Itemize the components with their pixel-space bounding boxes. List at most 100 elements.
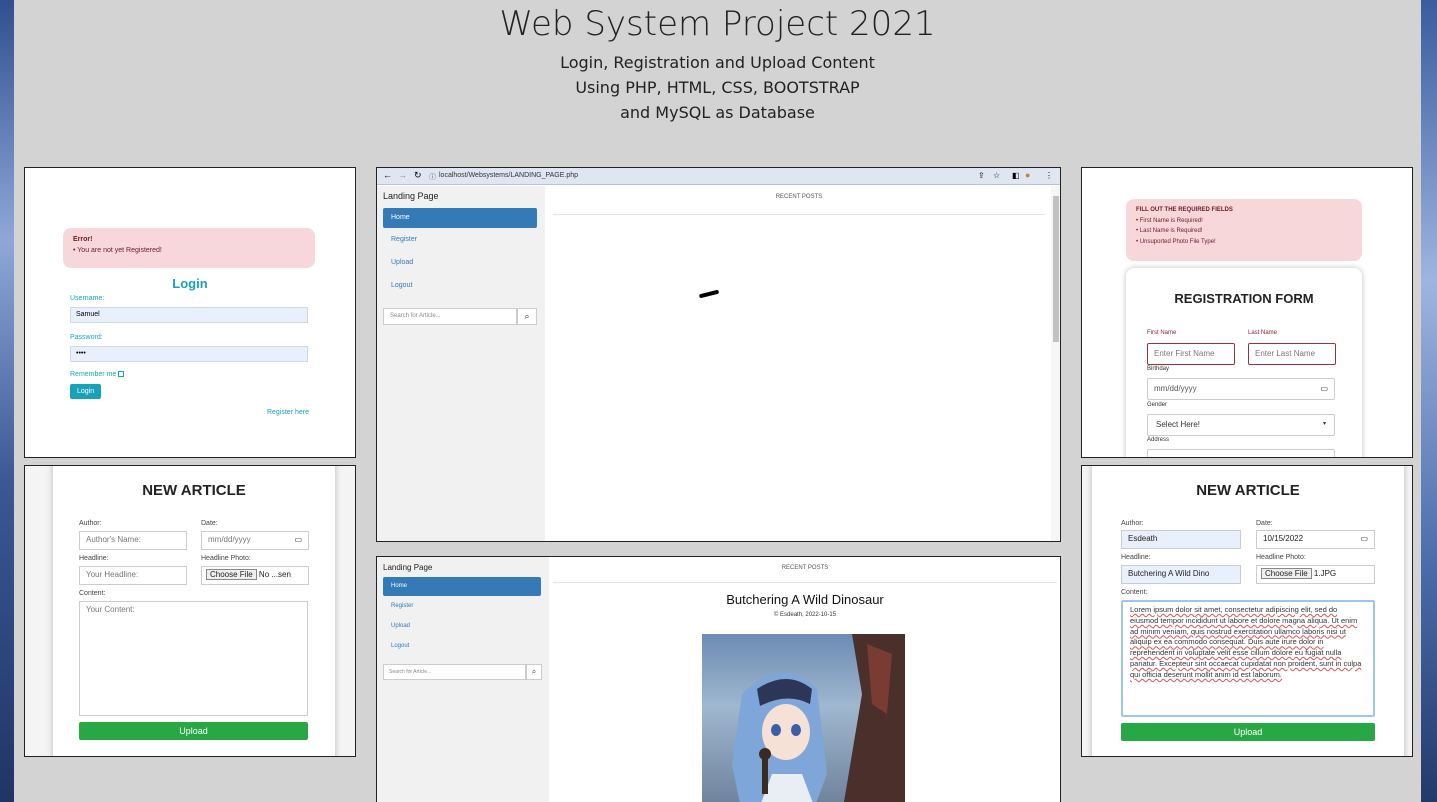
share-icon[interactable]: ⇪ xyxy=(978,171,985,180)
password-field[interactable]: •••• xyxy=(70,346,308,362)
scrollbar[interactable] xyxy=(1051,186,1060,541)
article-form-filled-screenshot: NEW ARTICLE Author: Date: Esdeath 10/15/… xyxy=(1081,465,1413,757)
login-screenshot: Error! • You are not yet Registered! Log… xyxy=(24,167,356,458)
post-meta-text: Esdeath, 2022-10-15 xyxy=(780,612,837,618)
calendar-icon[interactable]: ▭ xyxy=(294,535,302,544)
date-input[interactable]: 10/15/2022 ▭ xyxy=(1256,530,1375,549)
content-textarea[interactable]: Lorem ipsum dolor sit amet, consectetur … xyxy=(1121,600,1375,717)
login-button[interactable]: Login xyxy=(70,384,102,399)
sidebar-brand: Landing Page xyxy=(383,563,433,572)
sidebar-item-upload[interactable]: Upload xyxy=(383,259,421,266)
sidebar-item-register[interactable]: Register xyxy=(383,236,425,243)
choose-file-button[interactable]: Choose File xyxy=(206,569,257,580)
alert-item-3: • Unsuported Photo File Type! xyxy=(1136,238,1216,245)
search-input[interactable]: Search for Article... xyxy=(383,308,517,325)
recent-posts-heading: RECENT POSTS xyxy=(775,194,823,200)
registration-title: REGISTRATION FORM xyxy=(1174,291,1314,306)
scrollbar-thumb[interactable] xyxy=(1053,196,1059,342)
error-title: Error! xyxy=(73,236,93,243)
username-field[interactable]: Samuel xyxy=(70,307,308,323)
content-textarea[interactable]: Your Content: xyxy=(79,601,308,716)
sidebar-brand: Landing Page xyxy=(383,191,439,201)
error-alert: Error! • You are not yet Registered! xyxy=(63,228,315,268)
article-form-empty-screenshot: NEW ARTICLE Author: Date: Author's Name:… xyxy=(24,465,356,757)
info-icon: ⓘ xyxy=(429,174,436,181)
forward-icon[interactable]: → xyxy=(398,170,407,180)
sidebar-item-register[interactable]: Register xyxy=(383,603,421,609)
reload-icon[interactable]: ↻ xyxy=(414,170,422,181)
background-edge-right xyxy=(1421,0,1437,802)
password-label: Password: xyxy=(70,334,103,341)
search-icon[interactable]: ⌕ xyxy=(526,664,542,680)
calendar-icon[interactable]: ▭ xyxy=(1320,384,1328,393)
alert-title: FILL OUT THE REQUIRED FIELDS xyxy=(1136,207,1233,213)
date-placeholder: mm/dd/yyyy xyxy=(208,535,251,544)
headline-input[interactable]: Butchering A Wild Dino xyxy=(1121,565,1241,584)
alert-item-2: • Last Name is Required! xyxy=(1136,228,1203,234)
post-title[interactable]: Butchering A Wild Dinosaur xyxy=(549,592,1060,607)
upload-button[interactable]: Upload xyxy=(79,722,308,740)
username-label: Username: xyxy=(70,295,105,302)
divider xyxy=(553,214,1045,215)
menu-kebab-icon[interactable]: ⋮ xyxy=(1045,171,1053,180)
sidepanel-icon[interactable]: ◧ xyxy=(1012,171,1020,180)
sidebar: Landing Page Home Register Upload Logout… xyxy=(377,186,545,541)
background-edge-left xyxy=(0,0,14,802)
gender-selected-value: Select Here! xyxy=(1156,420,1201,429)
author-input[interactable]: Author's Name: xyxy=(79,531,187,550)
divider xyxy=(553,582,1057,583)
sidebar-item-logout[interactable]: Logout xyxy=(383,643,417,649)
address-input[interactable] xyxy=(1147,449,1335,457)
page-title: Web System Project 2021 xyxy=(499,4,936,44)
calendar-icon[interactable]: ▭ xyxy=(1360,534,1368,543)
author-label: Author: xyxy=(1121,520,1144,527)
author-label: Author: xyxy=(79,520,102,527)
profile-avatar-icon[interactable]: ● xyxy=(1025,170,1030,180)
error-message: • You are not yet Registered! xyxy=(73,247,162,254)
anime-character-illustration xyxy=(732,634,905,802)
author-input[interactable]: Esdeath xyxy=(1121,530,1241,549)
photo-file-input[interactable]: Choose File No ...sen xyxy=(201,566,309,585)
date-input[interactable]: mm/dd/yyyy ▭ xyxy=(201,531,309,550)
last-name-label: Last Name xyxy=(1248,330,1278,336)
bookmark-star-icon[interactable]: ☆ xyxy=(993,171,1000,180)
sidebar-item-logout[interactable]: Logout xyxy=(383,282,420,289)
registration-screenshot: FILL OUT THE REQUIRED FIELDS • First Nam… xyxy=(1081,167,1413,458)
remember-me-checkbox[interactable] xyxy=(118,371,125,378)
sidebar-item-upload[interactable]: Upload xyxy=(383,623,418,629)
birthday-input[interactable]: mm/dd/yyyy ▭ xyxy=(1147,378,1335,400)
upload-button[interactable]: Upload xyxy=(1121,723,1375,741)
post-meta: © Esdeath, 2022-10-15 xyxy=(549,612,1060,618)
gender-label: Gender xyxy=(1147,402,1168,408)
remember-me-label: Remember me xyxy=(70,371,117,378)
landing-post-screenshot: Landing Page Home Register Upload Logout… xyxy=(376,556,1061,802)
post-headline-image[interactable] xyxy=(702,634,905,802)
article-card: NEW ARTICLE Author: Date: Author's Name:… xyxy=(53,466,335,756)
date-label: Date: xyxy=(1256,520,1273,527)
sidebar-item-home[interactable]: Home xyxy=(383,208,537,228)
chevron-down-icon: ▾ xyxy=(1322,421,1326,427)
headline-input[interactable]: Your Headline: xyxy=(79,566,187,585)
last-name-input[interactable]: Enter Last Name xyxy=(1248,343,1336,365)
first-name-input[interactable]: Enter First Name xyxy=(1147,343,1235,365)
sidebar-item-home[interactable]: Home xyxy=(383,577,541,596)
no-file-text: No ...sen xyxy=(258,570,291,579)
headline-label: Headline: xyxy=(79,555,109,562)
gender-select[interactable]: Select Here! ▾ xyxy=(1147,414,1335,436)
main-container: Web System Project 2021 Login, Registrat… xyxy=(14,0,1421,802)
mouse-cursor-mark xyxy=(698,289,720,299)
photo-file-input[interactable]: Choose File 1.JPG xyxy=(1256,565,1375,584)
article-title: NEW ARTICLE xyxy=(1196,482,1300,499)
search-icon[interactable]: ⌕ xyxy=(517,308,537,325)
search-input[interactable]: Search for Article... xyxy=(383,664,526,680)
content-label: Content: xyxy=(79,590,106,597)
register-link[interactable]: Register here xyxy=(267,409,309,416)
choose-file-button[interactable]: Choose File xyxy=(1261,568,1312,579)
author-icon: © xyxy=(773,612,779,618)
address-bar[interactable]: localhost/Websystems/LANDING_PAGE.php xyxy=(439,172,578,179)
address-label: Address xyxy=(1147,437,1170,443)
landing-browser-screenshot: ← → ↻ ⓘ localhost/Websystems/LANDING_PAG… xyxy=(376,167,1061,542)
back-icon[interactable]: ← xyxy=(383,170,392,180)
subtitle-line-2: Using PHP, HTML, CSS, BOOTSTRAP xyxy=(575,78,860,97)
content-label: Content: xyxy=(1121,589,1148,596)
